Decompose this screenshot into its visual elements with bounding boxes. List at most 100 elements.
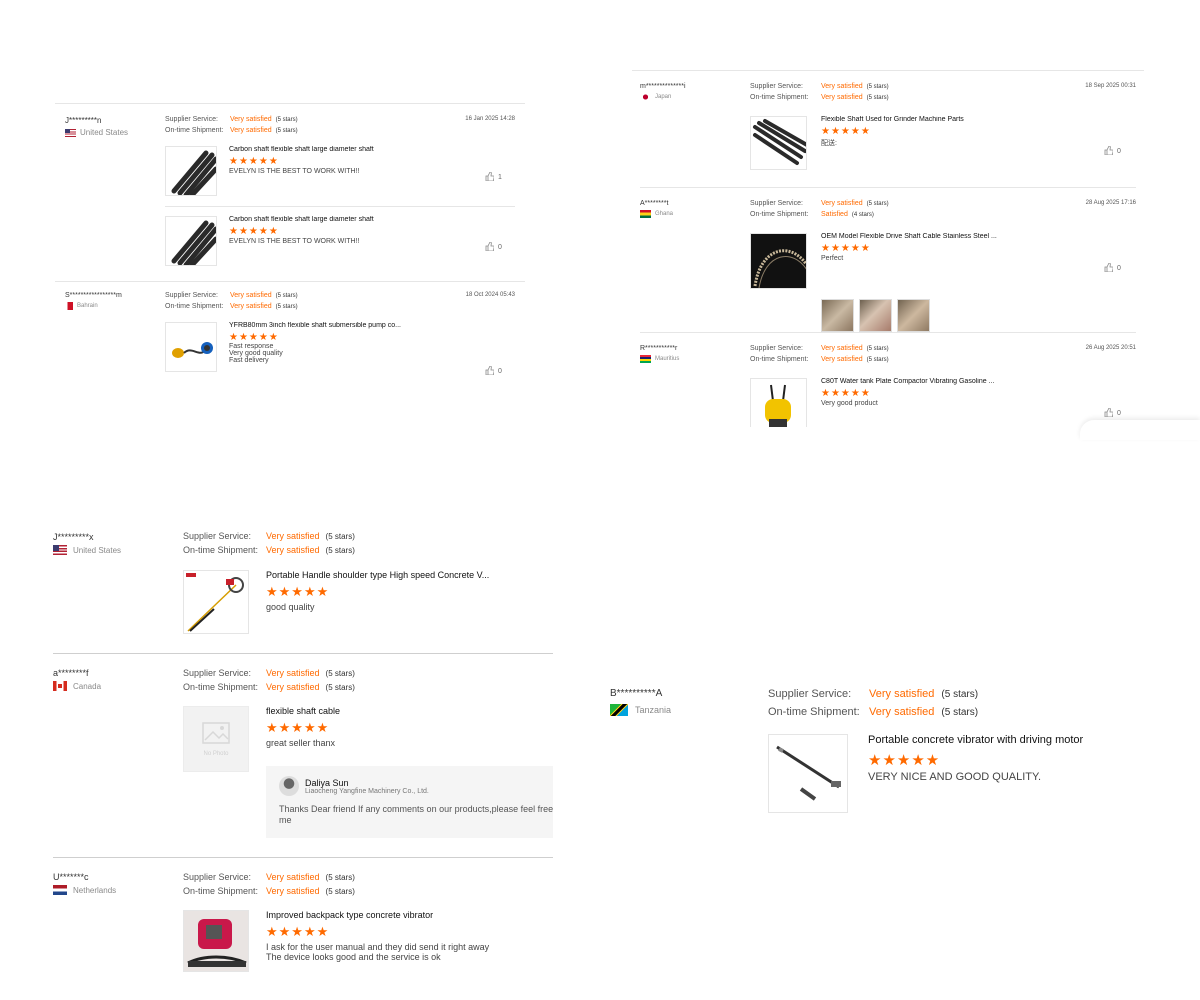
ratings: Supplier Service: Very satisfied (5 stars)… — [750, 345, 889, 363]
review-comment: EVELYN IS THE BEST TO WORK WITH!! — [229, 168, 360, 175]
product-title[interactable]: Portable Handle shoulder type High speed… — [266, 570, 526, 580]
on-time-shipment-stars: (5 stars) — [275, 304, 298, 310]
reply-header: Daliya Sun Liaocheng Yangfine Machinery … — [279, 776, 429, 796]
product-thumbnail[interactable] — [183, 570, 249, 634]
product-title[interactable]: Flexible Shaft Used for Grinder Machine … — [821, 116, 1051, 123]
reviewer-name: J*********n — [65, 116, 102, 125]
rating-stars: ★★★★★ — [821, 126, 871, 137]
supplier-service-stars: (5 stars) — [325, 532, 355, 541]
review-panel-top-left: J*********n United States Supplier Servi… — [55, 103, 525, 394]
supplier-service-stars: (5 stars) — [325, 873, 355, 882]
floating-widget-edge[interactable] — [1080, 420, 1200, 440]
review-item: R***********r Mauritius Supplier Service… — [640, 333, 1136, 427]
rating-stars: ★★★★★ — [229, 156, 279, 167]
supplier-service-stars: (5 stars) — [866, 346, 889, 352]
supplier-service-value: Very satisfied — [821, 83, 863, 90]
product-thumbnail[interactable] — [768, 734, 848, 813]
supplier-service-stars: (5 stars) — [325, 669, 355, 678]
on-time-shipment-value: Very satisfied — [266, 886, 320, 896]
review-item: U*******c Netherlands Supplier Service: V… — [53, 858, 553, 998]
on-time-shipment-label: On-time Shipment: — [183, 682, 259, 692]
supplier-service-value: Very satisfied — [266, 668, 320, 678]
like-button[interactable]: 0 — [1104, 262, 1121, 274]
review-photo[interactable] — [821, 299, 854, 332]
carbon-shaft-image — [171, 220, 216, 265]
like-button[interactable]: 1 — [485, 171, 502, 183]
thumbs-up-icon — [485, 241, 495, 253]
on-time-shipment-label: On-time Shipment: — [183, 886, 259, 896]
product-title[interactable]: Carbon shaft flexible shaft large diamet… — [229, 216, 449, 223]
reviewed-product: Improved backpack type concrete vibrator… — [183, 910, 553, 976]
like-count: 1 — [498, 174, 502, 181]
ratings: Supplier Service: Very satisfied (5 stars)… — [165, 292, 298, 310]
review-photos — [821, 299, 930, 332]
product-info: Flexible Shaft Used for Grinder Machine … — [821, 116, 1051, 172]
reviewer-country: Netherlands — [53, 885, 116, 895]
reviewer-name: S*****************m — [65, 292, 122, 299]
ratings: Supplier Service: Very satisfied (5 stars)… — [165, 116, 298, 134]
on-time-shipment-value: Very satisfied — [869, 706, 935, 718]
product-info: Carbon shaft flexible shaft large diamet… — [229, 146, 449, 206]
on-time-shipment-label: On-time Shipment: — [750, 356, 809, 363]
product-title[interactable]: Carbon shaft flexible shaft large diamet… — [229, 146, 449, 153]
supplier-service-value: Very satisfied — [230, 116, 272, 123]
netherlands-flag-icon — [53, 885, 67, 895]
supplier-service-stars: (5 stars) — [866, 84, 889, 90]
like-button[interactable]: 0 — [1104, 407, 1121, 419]
review-comment: VERY NICE AND GOOD QUALITY. — [868, 771, 1041, 783]
product-title[interactable]: YFRB80mm 3inch flexible shaft submersibl… — [229, 322, 449, 329]
product-info: Improved backpack type concrete vibrator… — [266, 910, 526, 976]
review-item: a********f Canada Supplier Service: Very … — [53, 654, 553, 858]
product-thumbnail[interactable] — [750, 233, 807, 289]
product-thumbnail[interactable]: No Photo — [183, 706, 249, 772]
like-count: 0 — [1117, 410, 1121, 417]
reviewer-info: J*********x United States — [53, 532, 121, 555]
ratings: Supplier Service: Very satisfied (5 stars)… — [750, 83, 889, 101]
no-photo-icon — [202, 721, 230, 749]
country-name: Canada — [73, 681, 102, 691]
review-item: B**********A Tanzania Supplier Service: V… — [610, 684, 1130, 824]
product-title[interactable]: C80T Water tank Plate Compactor Vibratin… — [821, 378, 1051, 385]
rating-stars: ★★★★★ — [821, 388, 871, 399]
country-name: Ghana — [655, 211, 674, 217]
country-name: Mauritius — [655, 356, 680, 362]
product-thumbnail[interactable] — [165, 146, 217, 196]
like-button[interactable]: 0 — [485, 241, 502, 253]
on-time-shipment-row: On-time Shipment: Very satisfied (5 stars) — [183, 886, 355, 896]
tanzania-flag-icon — [610, 704, 628, 716]
product-title[interactable]: OEM Model Flexible Drive Shaft Cable Sta… — [821, 233, 1051, 240]
product-thumbnail[interactable] — [165, 216, 217, 266]
like-button[interactable]: 0 — [485, 365, 502, 377]
like-count: 0 — [498, 244, 502, 251]
ratings: Supplier Service: Very satisfied (5 stars)… — [183, 872, 355, 896]
review-item: J*********n United States Supplier Servi… — [55, 104, 525, 282]
supplier-service-row: Supplier Service: Very satisfied (5 stars) — [750, 345, 889, 352]
review-panel-bottom-right: B**********A Tanzania Supplier Service: V… — [610, 684, 1130, 824]
supplier-service-label: Supplier Service: — [183, 668, 252, 678]
product-thumbnail[interactable] — [183, 910, 249, 972]
product-title[interactable]: flexible shaft cable — [266, 706, 526, 716]
supplier-service-value: Very satisfied — [821, 345, 863, 352]
product-info: Carbon shaft flexible shaft large diamet… — [229, 216, 449, 272]
reviewer-info: A********t Ghana — [640, 200, 673, 218]
on-time-shipment-stars: (5 stars) — [325, 887, 355, 896]
product-title[interactable]: Improved backpack type concrete vibrator — [266, 910, 526, 920]
product-thumbnail[interactable] — [750, 116, 807, 170]
product-thumbnail[interactable] — [165, 322, 217, 372]
reviewer-country: Japan — [640, 93, 686, 101]
review-photo[interactable] — [897, 299, 930, 332]
like-button[interactable]: 0 — [1104, 145, 1121, 157]
reviewer-info: B**********A Tanzania — [610, 688, 671, 716]
product-thumbnail[interactable] — [750, 378, 807, 427]
reply-author: Daliya Sun Liaocheng Yangfine Machinery … — [305, 778, 429, 795]
supplier-service-value: Very satisfied — [869, 688, 935, 700]
review-photo[interactable] — [859, 299, 892, 332]
us-flag-icon — [65, 128, 76, 137]
on-time-shipment-value: Very satisfied — [266, 682, 320, 692]
on-time-shipment-row: On-time Shipment: Satisfied (4 stars) — [750, 211, 889, 218]
like-count: 0 — [498, 368, 502, 375]
reviewer-name: U*******c — [53, 872, 89, 882]
product-info: C80T Water tank Plate Compactor Vibratin… — [821, 378, 1051, 427]
product-title[interactable]: Portable concrete vibrator with driving … — [868, 734, 1128, 746]
on-time-shipment-stars: (5 stars) — [275, 128, 298, 134]
